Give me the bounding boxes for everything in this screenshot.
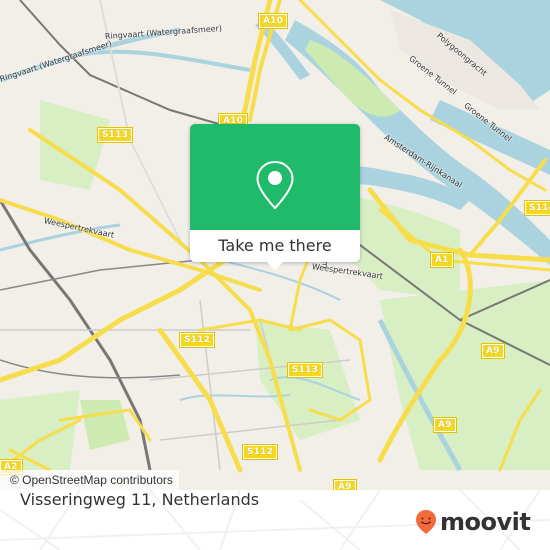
moovit-logo[interactable]: moovit: [415, 508, 531, 536]
map-pin-icon: [256, 160, 294, 210]
road-shield-s114: S114: [523, 200, 550, 216]
popup-pointer: [266, 261, 284, 270]
road-shield-a9: A9: [333, 479, 357, 490]
park-7: [80, 400, 130, 450]
road-shield-s112: S112: [241, 444, 279, 460]
road-shield-s113: S113: [286, 362, 324, 378]
road-shield-a1: A1: [430, 252, 454, 268]
destination-popup[interactable]: Take me there: [190, 124, 360, 270]
take-me-there-button[interactable]: Take me there: [190, 230, 360, 262]
road-shield-a10: A10: [257, 13, 289, 29]
popup-header[interactable]: [190, 124, 360, 230]
map-attribution[interactable]: © OpenStreetMap contributors: [0, 470, 179, 490]
road-shield-s112: S112: [178, 332, 216, 348]
road-shield-a9: A9: [433, 417, 457, 433]
road-shield-s113: S113: [96, 127, 134, 143]
moovit-smiley-pin-icon: [416, 510, 436, 534]
moovit-brand-text: moovit: [440, 508, 531, 536]
park-5: [0, 390, 80, 470]
address-label: Visseringweg 11, Netherlands: [20, 490, 260, 509]
road-shield-a9: A9: [481, 343, 505, 359]
